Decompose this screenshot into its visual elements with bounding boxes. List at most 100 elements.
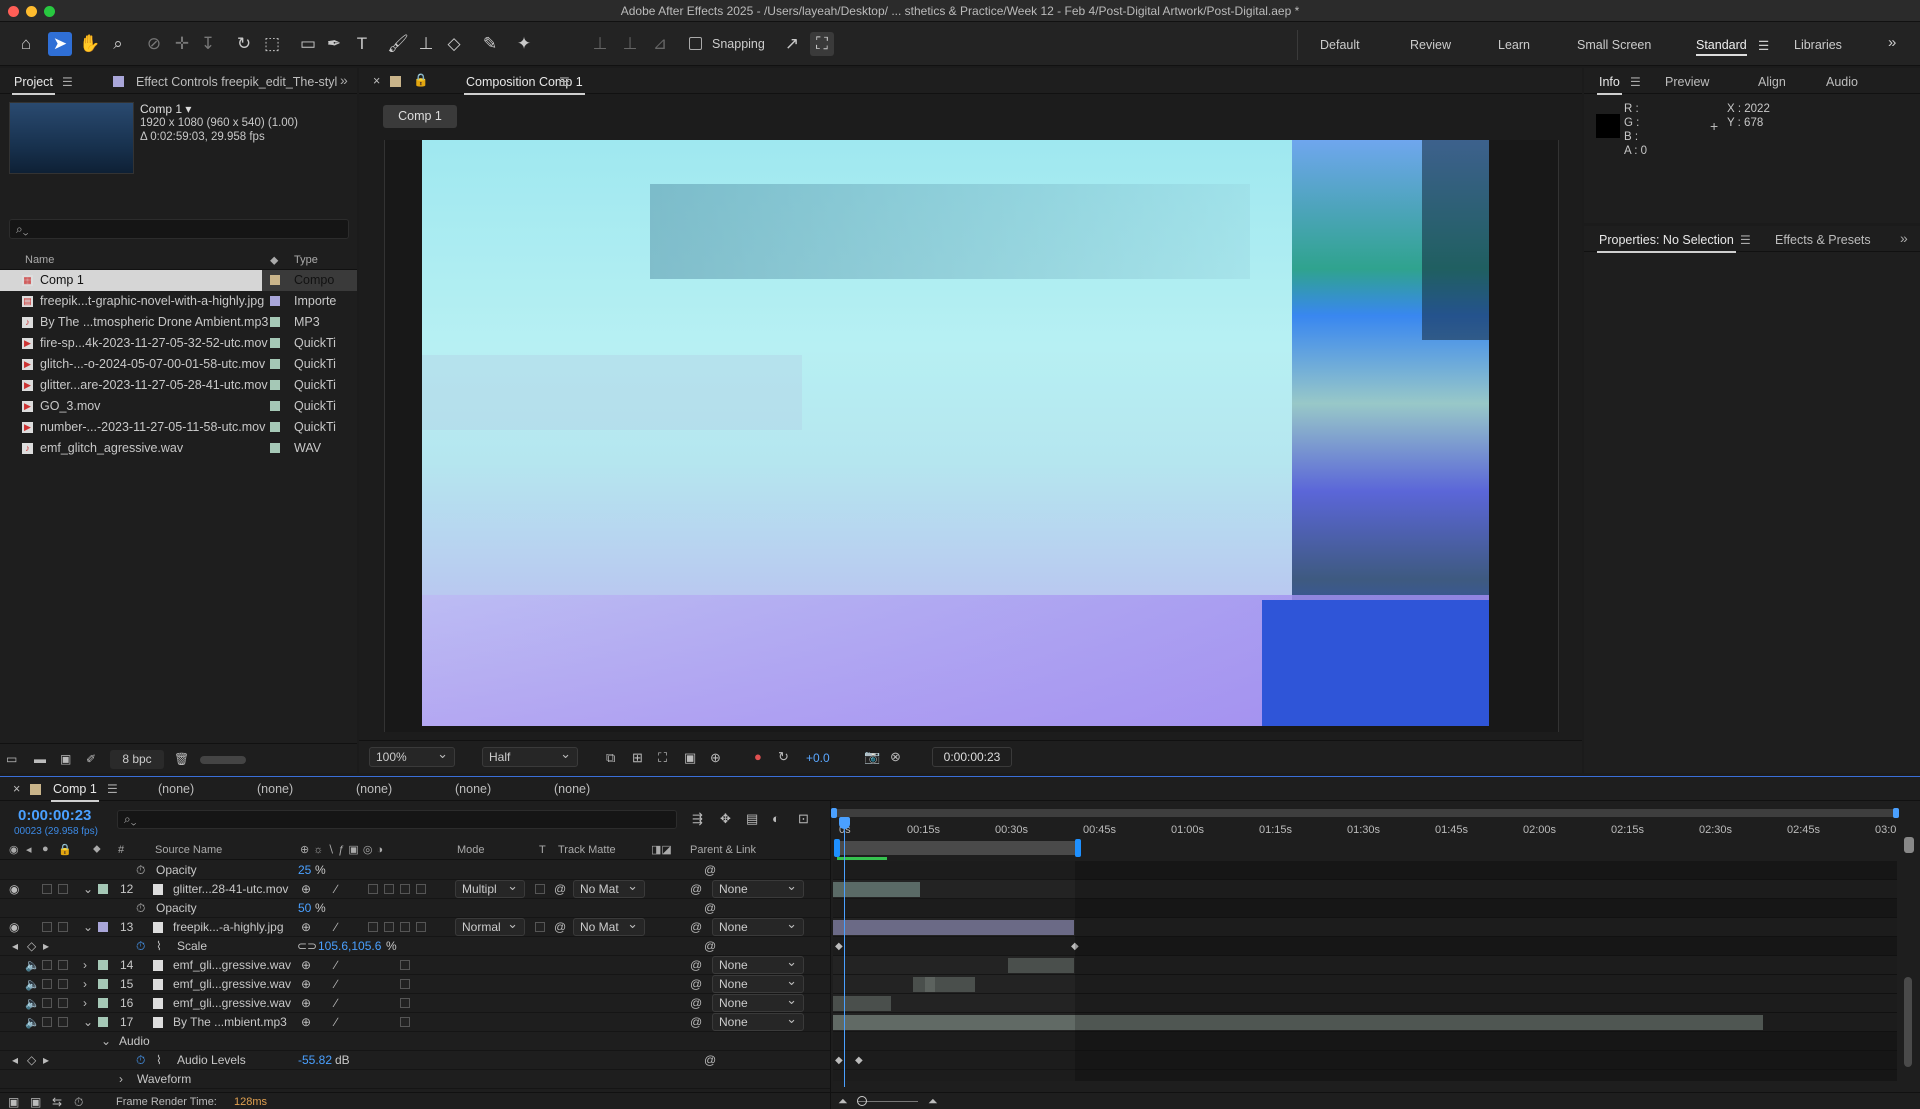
add-keyframe-icon[interactable]: ◇ [27, 937, 36, 956]
motion-blur-switch[interactable] [400, 998, 410, 1008]
comp-name[interactable]: Comp 1 ▾ [140, 102, 191, 116]
guides-icon[interactable]: ⊕ [710, 750, 721, 766]
resolution-dropdown[interactable]: Half [482, 745, 578, 767]
pick-whip-icon[interactable]: @ [704, 861, 716, 880]
snapping-checkbox[interactable] [689, 37, 702, 50]
hand-tool-icon[interactable]: ✋ [78, 32, 102, 56]
layer-duration-bar[interactable] [913, 977, 975, 992]
playhead-handle[interactable] [839, 817, 850, 829]
project-search-input[interactable]: ⌕⌄ [9, 219, 349, 239]
project-item[interactable]: ▶ glitter...are-2023-11-27-05-28-41-utc.m… [0, 375, 357, 396]
tab-effects-presets[interactable]: Effects & Presets [1775, 233, 1871, 247]
comp-viewer[interactable] [422, 140, 1489, 726]
region-of-interest-icon[interactable]: ⛶ [658, 750, 667, 766]
tab-none-2[interactable]: (none) [257, 782, 293, 796]
type-tool-icon[interactable]: T [350, 32, 374, 56]
quality-switch-icon[interactable]: ∕ [335, 918, 337, 937]
project-menu-icon[interactable]: ☰ [62, 75, 73, 89]
tab-none-4[interactable]: (none) [455, 782, 491, 796]
current-time-display[interactable]: 0:00:00:23 [18, 807, 91, 824]
switches-header-icon[interactable]: ⊕☼∖ƒ▣◎◑ [300, 843, 387, 856]
composition-menu-icon[interactable]: ☰ [559, 75, 570, 89]
timeline-search-input[interactable]: ⌕⌄ [117, 810, 677, 829]
label-color-swatch[interactable] [270, 443, 280, 453]
label-color-swatch[interactable] [270, 422, 280, 432]
pan-camera-icon[interactable]: ✛ [170, 32, 194, 56]
anchor-point-tool-icon[interactable]: ⬚ [260, 32, 284, 56]
tab-properties[interactable]: Properties: No Selection [1597, 233, 1736, 253]
chevron-down-icon[interactable]: ⌄ [83, 880, 93, 899]
quality-switch-icon[interactable]: ∕ [335, 956, 337, 975]
workspace-overflow-icon[interactable]: » [1888, 34, 1896, 51]
stopwatch-icon[interactable]: ⏱ [136, 899, 145, 918]
lock-box[interactable] [58, 979, 68, 989]
col-name[interactable]: Name [25, 254, 54, 266]
prev-keyframe-icon[interactable]: ◂ [12, 1051, 18, 1070]
parent-dropdown[interactable]: None [712, 973, 804, 993]
motion-blur-switch[interactable] [400, 960, 410, 970]
layer-label-color[interactable] [98, 960, 108, 970]
lock-header-icon[interactable]: 🔒 [58, 843, 72, 856]
tab-none-3[interactable]: (none) [356, 782, 392, 796]
speaker-icon[interactable]: 🔈 [25, 994, 40, 1013]
col-track-matte[interactable]: Track Matte [558, 844, 616, 856]
chevron-right-icon[interactable]: › [83, 956, 87, 975]
eye-icon[interactable]: ◉ [9, 918, 19, 937]
project-item[interactable]: ▤ freepik...t-graphic-novel-with-a-highly… [0, 291, 357, 312]
workspace-learn[interactable]: Learn [1498, 38, 1530, 52]
track-matte-dropdown[interactable]: No Mat [573, 878, 645, 898]
track-row[interactable] [833, 1013, 1897, 1032]
property-row[interactable]: ◂ ◇ ▸ ⏱ ⌇ Scale ⊂⊃ 105.6,105.6% @ [0, 937, 830, 956]
project-item[interactable]: ▶ fire-sp...4k-2023-11-27-05-32-52-utc.mo… [0, 333, 357, 354]
solo-box[interactable] [42, 884, 52, 894]
pick-whip-icon[interactable]: @ [704, 937, 716, 956]
dolly-camera-icon[interactable]: ↧ [196, 32, 220, 56]
preserve-transparency-switch[interactable] [535, 922, 545, 932]
parent-dropdown[interactable]: None [712, 878, 804, 898]
keyframe-icon[interactable]: ◆ [855, 1055, 863, 1066]
label-color-swatch[interactable] [270, 275, 280, 285]
3d-layer-switch[interactable] [416, 922, 426, 932]
solo-box[interactable] [42, 922, 52, 932]
speaker-icon[interactable]: 🔈 [25, 975, 40, 994]
workspace-default[interactable]: Default [1320, 38, 1360, 52]
workspace-menu-icon[interactable]: ☰ [1758, 38, 1769, 53]
shy-switch-icon[interactable]: ⊕ [301, 956, 311, 975]
brush-tool-icon[interactable]: 🖌 [386, 32, 410, 56]
layer-label-color[interactable] [98, 998, 108, 1008]
work-area-bar[interactable] [834, 839, 1081, 857]
track-row[interactable] [833, 861, 1897, 880]
render-time-icon[interactable]: ⏱ [74, 1095, 83, 1109]
chevron-right-icon[interactable]: › [83, 975, 87, 994]
time-ruler[interactable]: 0s00:15s00:30s00:45s01:00s01:15s01:30s01… [833, 821, 1897, 839]
parent-pick-whip-icon[interactable]: @ [690, 994, 702, 1013]
graph-icon[interactable]: ⌇ [156, 1051, 162, 1070]
eraser-tool-icon[interactable]: ◇ [442, 32, 466, 56]
track-row[interactable] [833, 899, 1897, 918]
snap-features-icon[interactable]: ⛶ [810, 32, 834, 56]
parent-pick-whip-icon[interactable]: @ [690, 956, 702, 975]
trash-icon[interactable]: 🗑 [174, 752, 189, 766]
parent-pick-whip-icon[interactable]: @ [690, 918, 702, 937]
view-axis-icon[interactable]: ⊿ [648, 32, 672, 56]
timeline-scrollbar[interactable] [1904, 977, 1912, 1067]
properties-menu-icon[interactable]: ☰ [1740, 233, 1751, 247]
track-row[interactable]: ◆ ◆ [833, 937, 1897, 956]
parent-pick-whip-icon[interactable]: @ [690, 975, 702, 994]
layer-duration-bar[interactable] [833, 996, 891, 1011]
track-row[interactable] [833, 994, 1897, 1013]
layer-row[interactable]: 🔈 ⌄ 17 By The ...mbient.mp3 ⊕ ∕ @ None [0, 1011, 830, 1032]
work-area-end[interactable] [1075, 839, 1081, 857]
pick-whip-icon[interactable]: @ [704, 1051, 716, 1070]
tab-preview[interactable]: Preview [1665, 75, 1709, 89]
workspace-review[interactable]: Review [1410, 38, 1451, 52]
parent-dropdown[interactable]: None [712, 1011, 804, 1031]
track-row[interactable] [833, 880, 1897, 899]
property-value[interactable]: 105.6,105.6 [318, 937, 381, 956]
property-value[interactable]: -55.82 [298, 1051, 332, 1070]
exposure-value[interactable]: +0.0 [806, 751, 830, 765]
prev-keyframe-icon[interactable]: ◂ [12, 937, 18, 956]
label-color-swatch[interactable] [270, 359, 280, 369]
zoom-tool-icon[interactable]: ⌕ [106, 32, 130, 56]
matte-pick-whip-icon[interactable]: @ [554, 918, 566, 937]
